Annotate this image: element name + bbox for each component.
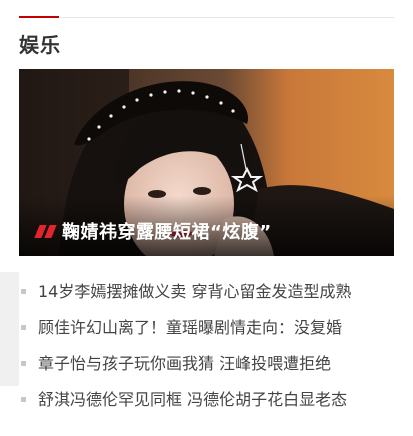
hero-news-card[interactable]: 鞠婧祎穿露腰短裙“炫腹” [19,69,394,256]
hero-caption[interactable]: 鞠婧祎穿露腰短裙“炫腹” [34,218,272,244]
hero-caption-text[interactable]: 鞠婧祎穿露腰短裙“炫腹” [62,218,272,244]
bullet-icon [21,325,26,330]
news-link[interactable]: 章子怡与孩子玩你画我猜 汪峰投喂遭拒绝 [38,354,331,373]
bullet-icon [21,397,26,402]
section-title[interactable]: 娱乐 [19,29,61,58]
news-list: 14岁李嫣摆摊做义卖 穿背心留金发造型成熟 顾佳许幻山离了！童瑶曝剧情走向：没复… [19,274,394,418]
bullet-icon [21,289,26,294]
quote-mark-icon [34,224,57,238]
side-tab-decoration [0,272,19,386]
news-link[interactable]: 顾佳许幻山离了！童瑶曝剧情走向：没复婚 [38,318,342,337]
bullet-icon [21,361,26,366]
section-divider [19,17,394,18]
news-list-item[interactable]: 章子怡与孩子玩你画我猜 汪峰投喂遭拒绝 [19,346,394,382]
news-list-item[interactable]: 顾佳许幻山离了！童瑶曝剧情走向：没复婚 [19,310,394,346]
section-divider-accent [19,16,59,18]
news-link[interactable]: 14岁李嫣摆摊做义卖 穿背心留金发造型成熟 [38,282,351,301]
news-list-item[interactable]: 舒淇冯德伦罕见同框 冯德伦胡子花白显老态 [19,382,394,418]
news-link[interactable]: 舒淇冯德伦罕见同框 冯德伦胡子花白显老态 [38,390,347,409]
news-list-item[interactable]: 14岁李嫣摆摊做义卖 穿背心留金发造型成熟 [19,274,394,310]
